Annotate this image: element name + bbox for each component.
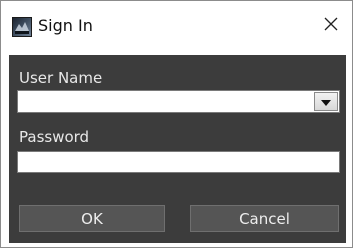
chevron-down-icon xyxy=(320,92,332,111)
username-input[interactable] xyxy=(18,91,312,112)
username-dropdown-button[interactable] xyxy=(314,92,338,111)
username-label: User Name xyxy=(19,69,103,87)
title-bar: Sign In xyxy=(1,1,352,55)
password-field[interactable] xyxy=(17,151,340,173)
sign-in-form: User Name Password OK Cancel xyxy=(9,55,346,243)
app-icon xyxy=(12,17,32,37)
ok-button[interactable]: OK xyxy=(19,205,165,232)
password-label: Password xyxy=(19,128,90,146)
close-icon xyxy=(323,16,339,36)
username-combobox[interactable] xyxy=(17,90,340,113)
window-title: Sign In xyxy=(38,16,93,35)
cancel-button[interactable]: Cancel xyxy=(190,205,339,232)
close-button[interactable] xyxy=(316,12,346,40)
sign-in-dialog: Sign In User Name Password OK Cancel xyxy=(0,0,353,248)
